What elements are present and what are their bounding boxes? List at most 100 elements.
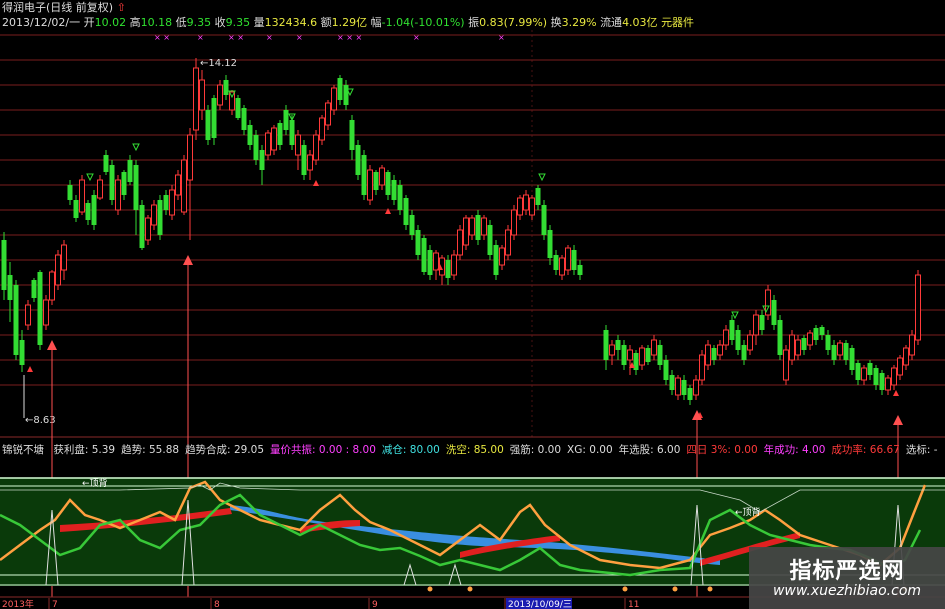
candle-body [115,179,121,211]
candle-body [559,257,565,276]
candle-body [181,159,187,213]
candle-body [445,260,451,278]
candle-body [391,180,397,200]
candle-body [19,340,25,365]
signal-star-icon: × [266,33,273,42]
kline-chart[interactable]: ←14.12 ←8.63 × × × × × × × × × × × × ←顶背 ←顶背 2013年… [0,0,945,609]
candle-body [307,154,313,171]
buy-arrow-icon [313,180,319,186]
indicator-item: 年成功: 4.00 [763,444,826,456]
candle-body [831,345,837,360]
candle-body [807,332,813,346]
signal-arrow-icon [893,415,903,425]
candle-body [553,255,559,270]
signal-star-icon: × × × [337,33,362,42]
candle-body [693,379,699,396]
candle-body [55,254,61,286]
candle-body [187,134,193,181]
candle-body [331,87,337,111]
candle-body [301,145,307,175]
candle-body [463,217,469,246]
sell-arrow-icon [86,173,94,182]
candle-body [25,304,31,326]
candle-body [193,67,199,131]
candle-body [421,238,427,272]
candle-body [175,174,181,196]
up-arrow-icon: ⇧ [116,1,126,14]
high-value: 10.18 [140,16,173,29]
indicator-item: 趋势合成: 29.05 [185,444,265,456]
candle-body [349,120,355,150]
candle-body [271,127,277,151]
indicator-item: XG: 0.00 [567,444,613,456]
candle-body [535,188,541,205]
candle-body [199,79,205,111]
candle-body [7,275,13,300]
amount-value: 1.29亿 [331,16,368,29]
x-axis-label: 7 [52,600,58,609]
candle-body [603,330,609,360]
candle-body [777,320,783,355]
candle-body [169,189,175,216]
candle-body [571,250,577,270]
amplitude-value: 0.83(7.99%) [479,16,548,29]
low-value: 9.35 [186,16,212,29]
candle-body [621,345,627,365]
candle-body [687,388,693,400]
candle-body [651,339,657,356]
candle-body [909,334,915,356]
candle-body [241,108,247,130]
watermark: 指标严选网 www.xuezhibiao.com [749,547,945,609]
candle-body [427,250,433,275]
candle-body [157,200,163,235]
close-value: 9.35 [225,16,251,29]
candle-body [711,348,717,360]
candle-body [397,185,403,210]
candle-body [73,200,79,218]
candle-body [499,247,505,266]
indicator-item: 减仓: 80.00 [381,444,440,456]
candle-body [717,344,723,356]
candle-body [849,348,855,370]
candle-body [385,172,391,195]
candle-body [289,120,295,145]
candle-body [481,217,487,236]
candle-body [97,179,103,199]
signal-star-icon: × × [154,33,170,42]
candle-body [511,209,517,236]
candle-body [259,150,265,170]
candle-body [867,363,873,375]
candle-body [61,244,67,271]
candle-body [361,155,367,195]
candle-body [265,132,271,156]
buy-arrow-icon [893,390,899,396]
candle-body [753,314,759,336]
candle-body [873,368,879,385]
candle-body [861,367,867,381]
indicator-item: 趋势: 55.88 [121,444,180,456]
signal-star-icon: × × [228,33,244,42]
candle-body [217,84,223,106]
top-divergence-label: ←顶背 [735,506,761,518]
candle-body [451,254,457,276]
signal-dot-icon [427,586,433,592]
candle-body [681,380,687,395]
candle-body [409,215,415,235]
indicator-item: 强筋: 0.00 [509,444,562,456]
indicator-item: 成功率: 66.67 [831,444,900,456]
watermark-title: 指标严选网 [789,559,905,584]
float-value: 4.03亿 [622,16,658,29]
turnover-value: 3.29% [561,16,597,29]
candle-body [85,203,91,220]
candle-body [819,327,825,335]
candle-body [915,274,921,341]
candle-body [151,204,157,226]
candle-body [759,315,765,330]
candle-body [523,194,529,211]
candle-body [747,334,753,351]
sell-arrow-icon [731,311,739,320]
candle-body [801,338,807,350]
signal-star-icon: × [296,33,303,42]
candle-body [277,123,283,145]
candle-body [627,349,633,361]
